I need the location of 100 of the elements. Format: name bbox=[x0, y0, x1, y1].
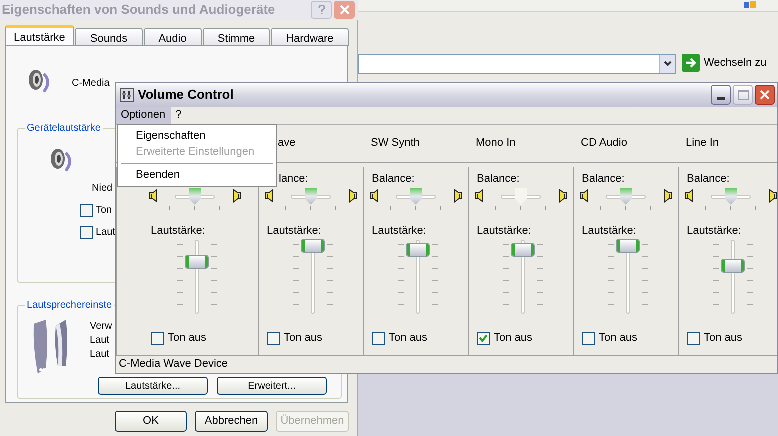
button[interactable]: Abbrechen bbox=[195, 411, 268, 432]
slider-thumb[interactable] bbox=[302, 240, 324, 252]
checkbox[interactable] bbox=[582, 332, 595, 345]
channel-name: Line In bbox=[686, 136, 720, 152]
mixer-icon bbox=[120, 88, 134, 102]
menu-item[interactable]: ? bbox=[170, 107, 187, 124]
speaker-icon bbox=[475, 189, 485, 203]
tab[interactable]: Audio bbox=[144, 28, 202, 46]
slider-thumb[interactable] bbox=[407, 244, 429, 256]
button[interactable]: Erweitert... bbox=[217, 377, 327, 395]
slider-thumb[interactable] bbox=[305, 188, 317, 205]
speaker-icon bbox=[149, 189, 159, 203]
checkbox[interactable] bbox=[267, 332, 280, 345]
checkbox[interactable] bbox=[80, 226, 93, 239]
slider-label: Balance: bbox=[372, 172, 415, 187]
slider-label: Balance: bbox=[477, 172, 520, 187]
slider-label: lance: bbox=[279, 172, 308, 187]
chevron-down-icon bbox=[664, 61, 672, 67]
close-icon bbox=[760, 90, 770, 100]
checkbox-label: Ton aus bbox=[494, 331, 533, 346]
tab[interactable]: Hardware bbox=[271, 28, 349, 46]
balance-slider[interactable] bbox=[495, 188, 547, 210]
slider-thumb[interactable] bbox=[410, 188, 422, 205]
slider-label: Lautstärke: bbox=[372, 224, 426, 239]
slider-thumb[interactable] bbox=[617, 240, 639, 252]
checkbox-label: Ton bbox=[96, 204, 112, 218]
speaker-icon bbox=[768, 189, 777, 203]
slider-label: Lautstärke: bbox=[582, 224, 636, 239]
speaker-icon bbox=[370, 189, 380, 203]
speaker-icon bbox=[265, 189, 275, 203]
checkbox[interactable] bbox=[687, 332, 700, 345]
slider-thumb[interactable] bbox=[620, 188, 632, 205]
minimize-button[interactable] bbox=[711, 85, 731, 105]
slider-thumb[interactable] bbox=[512, 244, 534, 256]
checkbox-label: Ton aus bbox=[704, 331, 743, 346]
maximize-icon bbox=[738, 90, 748, 100]
group-label: Lautsprechereinste bbox=[25, 298, 114, 313]
slider-label: Lautstärke: bbox=[477, 224, 532, 239]
checkbox[interactable] bbox=[80, 204, 93, 217]
slider-thumb[interactable] bbox=[515, 188, 527, 205]
minimize-icon bbox=[717, 97, 725, 100]
tab[interactable]: Lautstärke bbox=[5, 25, 74, 46]
slider-label: Lautstärke: bbox=[267, 224, 322, 239]
channel-name: ave bbox=[278, 136, 296, 152]
slider-label: Balance: bbox=[687, 172, 730, 187]
address-field[interactable] bbox=[358, 54, 676, 74]
button[interactable]: Lautstärke... bbox=[98, 377, 208, 395]
tab[interactable]: Sounds bbox=[75, 28, 143, 46]
balance-slider[interactable] bbox=[169, 188, 221, 210]
speaker-icon bbox=[685, 189, 695, 203]
slider-label: Lautstärke: bbox=[151, 224, 206, 239]
slider-thumb[interactable] bbox=[722, 260, 744, 272]
menu-item[interactable]: Optionen bbox=[116, 107, 171, 124]
checkbox[interactable] bbox=[477, 332, 490, 345]
description-text: Verw bbox=[90, 320, 112, 334]
balance-slider[interactable] bbox=[600, 188, 652, 210]
window-title: Eigenschaften von Sounds und Audiogeräte bbox=[2, 1, 276, 20]
checkbox-label: Ton aus bbox=[284, 331, 323, 346]
checkbox-label: Ton aus bbox=[168, 331, 207, 346]
menu-item[interactable]: Beenden bbox=[118, 167, 276, 183]
checkbox[interactable] bbox=[372, 332, 385, 345]
go-button[interactable]: Wechseln zu bbox=[704, 54, 767, 72]
slider-thumb[interactable] bbox=[189, 188, 201, 205]
balance-slider[interactable] bbox=[285, 188, 337, 210]
checkbox-label: Ton aus bbox=[389, 331, 428, 346]
window-title: Volume Control bbox=[138, 86, 234, 104]
speaker-icon bbox=[580, 189, 590, 203]
menu-item[interactable]: Eigenschaften bbox=[118, 128, 276, 144]
slider-label: Lautstärke: bbox=[687, 224, 742, 239]
balance-slider[interactable] bbox=[705, 188, 757, 210]
arrow-right-icon bbox=[682, 54, 700, 72]
balance-slider[interactable] bbox=[390, 188, 442, 210]
speaker-icon bbox=[348, 189, 358, 203]
speaker-icon bbox=[232, 189, 242, 203]
check-icon bbox=[479, 334, 488, 343]
slider-thumb[interactable] bbox=[725, 188, 737, 205]
checkbox-label: Ton aus bbox=[599, 331, 638, 346]
flag-icon bbox=[742, 0, 758, 10]
help-button[interactable] bbox=[311, 1, 332, 19]
slider-label: Nied bbox=[92, 182, 113, 196]
slider-thumb[interactable] bbox=[186, 256, 208, 268]
button: Übernehmen bbox=[276, 411, 349, 432]
close-button[interactable] bbox=[755, 85, 775, 105]
button[interactable]: OK bbox=[115, 411, 187, 432]
checkbox-label: Laut bbox=[96, 226, 116, 240]
menu-item: Erweiterte Einstellungen bbox=[135, 144, 256, 160]
tab[interactable]: Stimme bbox=[202, 28, 270, 46]
close-icon bbox=[340, 5, 350, 15]
status-bar: C-Media Wave Device bbox=[116, 355, 777, 373]
device-name: C-Media bbox=[72, 77, 110, 91]
slider-label: Balance: bbox=[582, 172, 625, 187]
description-text: Laut bbox=[90, 334, 110, 348]
speaker-icon bbox=[663, 189, 673, 203]
checkbox[interactable] bbox=[151, 332, 164, 345]
channel-name: SW Synth bbox=[371, 136, 420, 152]
dropdown-button[interactable] bbox=[659, 55, 675, 73]
speaker-icon bbox=[453, 189, 463, 203]
help-icon bbox=[318, 5, 326, 15]
channel-name: Mono In bbox=[476, 136, 516, 152]
channel-name: CD Audio bbox=[581, 136, 628, 152]
